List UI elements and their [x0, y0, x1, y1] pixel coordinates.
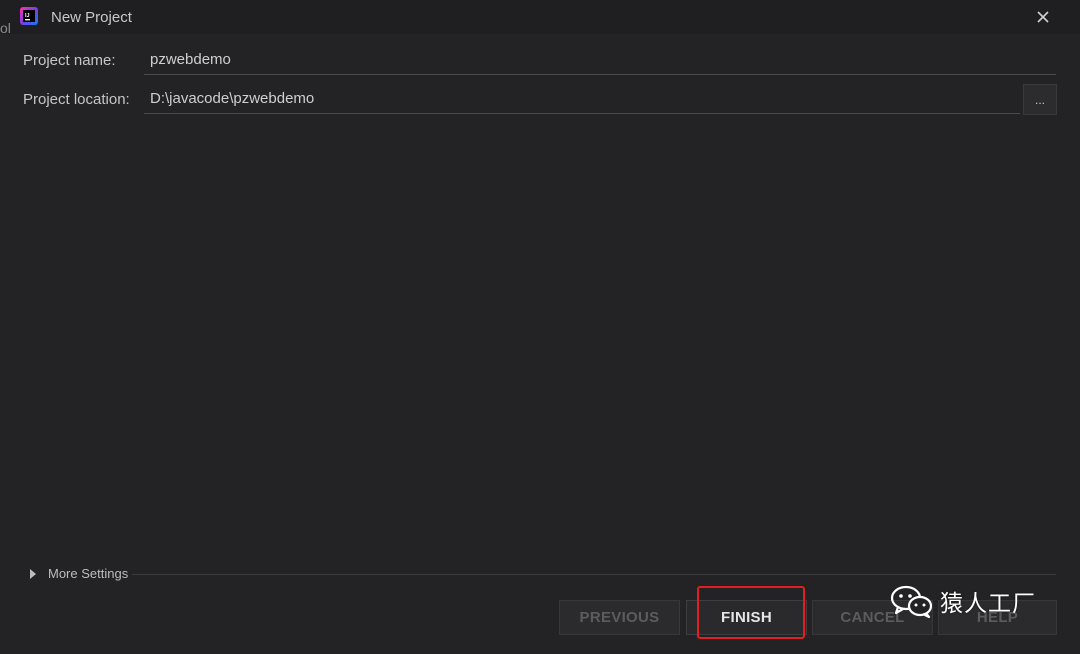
- more-settings-toggle[interactable]: More Settings: [30, 566, 128, 581]
- title-bar: IJ New Project: [0, 0, 1080, 34]
- svg-text:IJ: IJ: [25, 13, 30, 19]
- close-button[interactable]: [1031, 5, 1055, 29]
- project-location-label: Project location:: [23, 91, 130, 108]
- watermark-text: 猿人工厂: [940, 590, 1036, 616]
- previous-button[interactable]: PREVIOUS: [559, 600, 680, 635]
- intellij-logo-icon: IJ: [20, 7, 38, 25]
- watermark: 猿人工厂: [890, 584, 1036, 618]
- wechat-icon: [890, 585, 933, 618]
- browse-button[interactable]: ...: [1023, 84, 1057, 115]
- background-text-fragment: ol: [0, 20, 11, 36]
- more-settings-divider: [132, 574, 1056, 575]
- finish-button[interactable]: FINISH: [686, 600, 807, 635]
- expand-triangle-icon: [30, 568, 36, 579]
- project-name-label: Project name:: [23, 52, 116, 69]
- more-settings-label: More Settings: [48, 566, 129, 581]
- close-icon: [1037, 11, 1049, 23]
- window-title: New Project: [51, 9, 132, 26]
- project-name-input[interactable]: [144, 45, 1056, 75]
- project-location-input[interactable]: [144, 84, 1020, 114]
